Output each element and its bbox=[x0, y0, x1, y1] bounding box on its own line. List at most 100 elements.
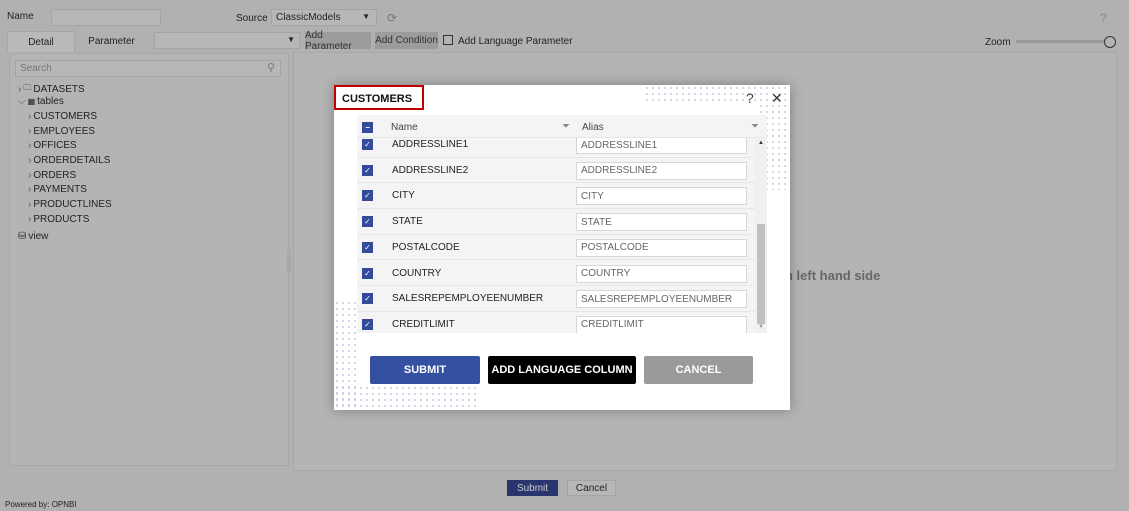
scroll-down-icon[interactable]: ▼ bbox=[758, 324, 764, 330]
tree-item[interactable]: ⌵ ▦ tables bbox=[18, 96, 64, 107]
table-row: ✓ SALESREPEMPLOYEENUMBER bbox=[357, 286, 755, 312]
select-all-checkbox[interactable]: − bbox=[362, 122, 373, 133]
row-checkbox[interactable]: ✓ bbox=[362, 164, 373, 176]
help-icon[interactable]: ? bbox=[1100, 11, 1107, 25]
row-checkbox[interactable]: ✓ bbox=[362, 216, 373, 228]
alias-input[interactable] bbox=[576, 187, 747, 206]
zoom-slider-handle[interactable] bbox=[1104, 36, 1116, 48]
tab-detail[interactable]: Detail bbox=[7, 31, 75, 52]
tree-item-label: ORDERS bbox=[33, 170, 77, 181]
tree-item[interactable]: › 🗀 DATASETS bbox=[18, 82, 85, 96]
language-parameter-label: Add Language Parameter bbox=[458, 36, 573, 47]
splitter-handle[interactable] bbox=[287, 250, 291, 272]
alias-input[interactable] bbox=[576, 238, 747, 257]
parameter-select[interactable]: ▼ bbox=[154, 32, 300, 49]
tree-item-label: DATASETS bbox=[33, 83, 85, 95]
row-checkbox[interactable]: ✓ bbox=[362, 190, 373, 202]
table-header: − Name ⏷ Alias ⏷ bbox=[357, 115, 767, 138]
table-row: ✓ POSTALCODE bbox=[357, 234, 755, 261]
source-label: Source bbox=[236, 13, 268, 24]
modal-title: CUSTOMERS bbox=[334, 85, 424, 110]
chevron-right-icon: › bbox=[18, 83, 22, 95]
search-icon: ⚲ bbox=[266, 62, 275, 74]
tree-item[interactable]: › ORDERDETAILS bbox=[28, 155, 110, 166]
column-header-alias: Alias bbox=[582, 122, 604, 133]
scrollbar-thumb[interactable] bbox=[757, 224, 765, 324]
chevron-right-icon: › bbox=[28, 111, 32, 122]
help-icon[interactable]: ? bbox=[746, 90, 754, 106]
chevron-down-icon: ▼ bbox=[362, 12, 370, 21]
filter-icon[interactable]: ⏷ bbox=[562, 121, 570, 132]
add-language-column-button[interactable]: ADD LANGUAGE COLUMN bbox=[488, 356, 636, 384]
row-checkbox[interactable]: ✓ bbox=[362, 293, 373, 305]
column-name: STATE bbox=[392, 216, 423, 228]
add-condition-button[interactable]: Add Condition bbox=[375, 32, 438, 49]
tree-item[interactable]: › EMPLOYEES bbox=[28, 126, 95, 137]
search-placeholder: Search bbox=[20, 63, 52, 74]
table-icon: ▦ bbox=[27, 97, 36, 106]
alias-input[interactable] bbox=[576, 264, 747, 283]
search-input[interactable]: Search ⚲ bbox=[15, 60, 281, 77]
tree-item-label: PRODUCTLINES bbox=[33, 199, 112, 210]
zoom-slider[interactable] bbox=[1016, 40, 1106, 43]
chevron-down-icon: ▼ bbox=[287, 35, 295, 44]
close-icon[interactable]: ✕ bbox=[771, 90, 783, 107]
customers-modal: CUSTOMERS ? ✕ − Name ⏷ Alias ⏷ ✓ ADDRESSL… bbox=[334, 85, 790, 410]
filter-icon[interactable]: ⏷ bbox=[751, 121, 759, 132]
tree-item-label: tables bbox=[37, 96, 64, 107]
language-parameter-checkbox[interactable] bbox=[443, 35, 453, 45]
scroll-up-icon[interactable]: ▲ bbox=[758, 140, 764, 146]
chevron-right-icon: › bbox=[28, 199, 32, 210]
tree-item[interactable]: › PAYMENTS bbox=[28, 184, 87, 195]
name-input[interactable] bbox=[51, 9, 161, 26]
name-label: Name bbox=[7, 11, 34, 22]
row-checkbox[interactable]: ✓ bbox=[362, 318, 373, 330]
tree-item-label: CUSTOMERS bbox=[33, 111, 98, 122]
column-name: COUNTRY bbox=[392, 267, 442, 279]
column-name: CITY bbox=[392, 190, 415, 202]
chevron-right-icon: › bbox=[28, 155, 32, 166]
tree-item-label: view bbox=[28, 231, 49, 242]
column-name: ADDRESSLINE1 bbox=[392, 139, 469, 150]
alias-input[interactable] bbox=[576, 290, 747, 309]
chevron-down-icon: ⌵ bbox=[18, 96, 26, 107]
alias-input[interactable] bbox=[576, 136, 747, 154]
chevron-right-icon: › bbox=[28, 214, 32, 225]
row-checkbox[interactable]: ✓ bbox=[362, 139, 373, 150]
chevron-right-icon: › bbox=[28, 184, 32, 195]
alias-input[interactable] bbox=[576, 315, 747, 333]
submit-button[interactable]: Submit bbox=[507, 480, 558, 496]
row-checkbox[interactable]: ✓ bbox=[362, 241, 373, 253]
cancel-button[interactable]: Cancel bbox=[567, 480, 616, 496]
powered-by: Powered by: OPNBI bbox=[5, 500, 77, 509]
database-icon: ⛁ bbox=[18, 231, 27, 242]
tree-item[interactable]: › CUSTOMERS bbox=[28, 111, 97, 122]
chevron-right-icon: › bbox=[28, 170, 32, 181]
source-select[interactable]: ClassicModels ▼ bbox=[271, 9, 377, 26]
tree-item[interactable]: › OFFICES bbox=[28, 140, 77, 151]
table-row: ✓ ADDRESSLINE2 bbox=[357, 157, 755, 184]
column-name: POSTALCODE bbox=[392, 241, 460, 253]
tree-item[interactable]: ⛁ view bbox=[18, 231, 48, 242]
alias-input[interactable] bbox=[576, 213, 747, 232]
add-parameter-button[interactable]: Add Parameter bbox=[305, 30, 371, 52]
column-name: SALESREPEMPLOYEENUMBER bbox=[392, 293, 544, 305]
column-name: CREDITLIMIT bbox=[392, 318, 455, 330]
table-row: ✓ CREDITLIMIT bbox=[357, 311, 755, 333]
tree-item[interactable]: › PRODUCTS bbox=[28, 214, 89, 225]
modal-submit-button[interactable]: SUBMIT bbox=[370, 356, 480, 384]
tree-item-label: PAYMENTS bbox=[33, 184, 87, 195]
table-row: ✓ STATE bbox=[357, 209, 755, 235]
tab-parameter[interactable]: Parameter bbox=[78, 31, 145, 51]
modal-cancel-button[interactable]: CANCEL bbox=[644, 356, 753, 384]
scrollbar[interactable]: ▲ ▼ bbox=[755, 138, 767, 333]
refresh-icon[interactable]: ⟳ bbox=[387, 11, 397, 25]
chevron-right-icon: › bbox=[28, 140, 32, 151]
row-checkbox[interactable]: ✓ bbox=[362, 267, 373, 279]
table-row: ✓ COUNTRY bbox=[357, 260, 755, 287]
tree-item-label: OFFICES bbox=[33, 140, 77, 151]
tree-item[interactable]: › PRODUCTLINES bbox=[28, 199, 112, 210]
alias-input[interactable] bbox=[576, 161, 747, 180]
table-row: ✓ CITY bbox=[357, 183, 755, 210]
tree-item[interactable]: › ORDERS bbox=[28, 170, 76, 181]
